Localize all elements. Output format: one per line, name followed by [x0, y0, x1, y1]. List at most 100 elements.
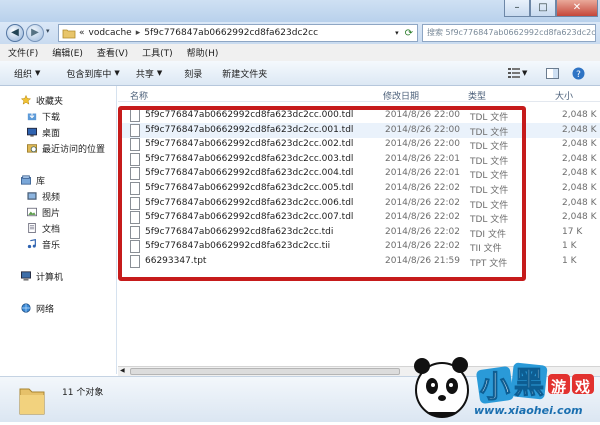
item-count: 11 个对象: [62, 388, 104, 398]
close-button[interactable]: ✕: [556, 0, 598, 17]
file-row[interactable]: 5f9c776847ab0662992cd8fa623dc2cc.005.tdl…: [118, 181, 600, 196]
file-row[interactable]: 5f9c776847ab0662992cd8fa623dc2cc.006.tdl…: [118, 196, 600, 211]
nav-desktop-label: 桌面: [42, 128, 61, 139]
document-icon: [130, 240, 140, 254]
view-options[interactable]: ▼: [508, 67, 527, 78]
search-placeholder: 搜索 5f9c776847ab0662992cd8fa623dc2cc: [427, 28, 596, 37]
nav-music[interactable]: 音乐: [0, 236, 117, 252]
nav-videos[interactable]: 视频: [0, 188, 117, 204]
search-input[interactable]: 搜索 5f9c776847ab0662992cd8fa623dc2cc: [422, 24, 596, 42]
minimize-button[interactable]: –: [504, 0, 530, 17]
share-label: 共享: [135, 69, 154, 80]
file-row[interactable]: 5f9c776847ab0662992cd8fa623dc2cc.004.tdl…: [118, 166, 600, 181]
file-name: 5f9c776847ab0662992cd8fa623dc2cc.007.tdl: [145, 212, 354, 223]
preview-pane-icon[interactable]: [546, 68, 559, 79]
address-box[interactable]: « vodcache ▸ 5f9c776847ab0662992cd8fa623…: [58, 24, 418, 42]
forward-button[interactable]: ▶: [26, 24, 44, 42]
file-date: 2014/8/26 22:00: [385, 110, 460, 120]
file-name: 5f9c776847ab0662992cd8fa623dc2cc.001.tdl: [145, 124, 354, 135]
scroll-left-icon[interactable]: ◀: [120, 367, 125, 374]
nav-libraries[interactable]: 库: [0, 172, 117, 188]
file-date: 2014/8/26 22:02: [385, 226, 460, 237]
desktop-icon: [27, 127, 37, 137]
network-group: 网络: [0, 300, 117, 316]
refresh-icon[interactable]: ⟳: [405, 28, 413, 39]
file-row[interactable]: 5f9c776847ab0662992cd8fa623dc2cc.tdi 2014…: [118, 225, 600, 240]
file-row[interactable]: 5f9c776847ab0662992cd8fa623dc2cc.000.tdl…: [118, 108, 600, 123]
file-type: TDL 文件: [470, 142, 509, 153]
file-date: 2014/8/26 22:01: [385, 168, 460, 179]
file-row[interactable]: 66293347.tpt 2014/8/26 21:59 TPT 文件 1 K: [118, 254, 600, 269]
nav-computer[interactable]: 计算机: [0, 268, 117, 284]
nav-desktop[interactable]: 桌面: [0, 124, 117, 140]
computer-icon: [21, 271, 31, 281]
chevron-down-icon: ▼: [114, 69, 120, 77]
file-row[interactable]: 5f9c776847ab0662992cd8fa623dc2cc.007.tdl…: [118, 210, 600, 225]
file-size: 2,048 K: [562, 183, 597, 193]
address-chevron[interactable]: «: [79, 28, 85, 38]
nav-network[interactable]: 网络: [0, 300, 117, 316]
nav-pictures[interactable]: 图片: [0, 204, 117, 220]
menu-edit[interactable]: 编辑(E): [52, 46, 83, 59]
file-date: 2014/8/26 22:00: [385, 139, 460, 150]
file-row[interactable]: 5f9c776847ab0662992cd8fa623dc2cc.001.tdl…: [118, 122, 600, 138]
burn-label: 刻录: [184, 69, 203, 80]
watermark-brand-2: 黑: [514, 366, 545, 402]
share-button[interactable]: 共享 ▼: [128, 67, 170, 80]
file-size: 2,048 K: [562, 124, 597, 135]
computer-group: 计算机: [0, 268, 117, 284]
menu-file[interactable]: 文件(F): [8, 46, 38, 59]
watermark-brand-1: 小: [480, 370, 511, 406]
nav-pictures-label: 图片: [42, 208, 61, 219]
nav-documents[interactable]: 文档: [0, 220, 117, 236]
address-segment-vodcache[interactable]: vodcache: [89, 28, 132, 38]
view-list-icon: [508, 68, 520, 78]
file-row[interactable]: 5f9c776847ab0662992cd8fa623dc2cc.003.tdl…: [118, 152, 600, 167]
help-icon[interactable]: ?: [572, 67, 585, 80]
back-button[interactable]: ◀: [6, 24, 24, 42]
file-name: 5f9c776847ab0662992cd8fa623dc2cc.006.tdl: [145, 197, 354, 208]
nav-downloads[interactable]: 下载: [0, 108, 117, 124]
file-type: TDL 文件: [470, 127, 509, 138]
column-size[interactable]: 大小: [555, 89, 573, 102]
file-row[interactable]: 5f9c776847ab0662992cd8fa623dc2cc.tii 2014…: [118, 239, 600, 254]
recent-pages-icon[interactable]: ▾: [46, 27, 50, 35]
file-name: 5f9c776847ab0662992cd8fa623dc2cc.003.tdl: [145, 153, 354, 164]
file-name: 5f9c776847ab0662992cd8fa623dc2cc.002.tdl: [145, 139, 354, 150]
organize-button[interactable]: 组织 ▼: [0, 67, 48, 80]
address-dropdown-icon[interactable]: ▾: [395, 29, 399, 37]
burn-button[interactable]: 刻录: [170, 67, 210, 80]
document-icon: [130, 196, 140, 210]
file-size: 2,048 K: [562, 139, 597, 150]
nav-favorites[interactable]: 收藏夹: [0, 92, 117, 108]
document-icon: [130, 109, 140, 122]
file-date: 2014/8/26 21:59: [385, 256, 460, 266]
favorites-group: 收藏夹 下载 桌面 最近访问的位置: [0, 92, 117, 156]
file-date: 2014/8/26 22:01: [385, 153, 460, 164]
maximize-button[interactable]: □: [530, 0, 556, 17]
new-folder-button[interactable]: 新建文件夹: [210, 67, 275, 80]
file-size: 1 K: [562, 256, 577, 266]
organize-label: 组织: [14, 69, 33, 80]
column-name[interactable]: 名称: [130, 89, 148, 102]
download-folder-icon: [27, 112, 37, 121]
scrollbar-thumb[interactable]: [130, 368, 400, 375]
address-segment-current[interactable]: 5f9c776847ab0662992cd8fa623dc2cc: [144, 28, 318, 38]
file-name: 5f9c776847ab0662992cd8fa623dc2cc.tdi: [145, 226, 334, 237]
file-list: 名称 修改日期 类型 大小 5f9c776847ab0662992cd8fa62…: [118, 86, 600, 374]
column-type[interactable]: 类型: [468, 89, 486, 102]
documents-icon: [28, 223, 36, 233]
file-row[interactable]: 5f9c776847ab0662992cd8fa623dc2cc.002.tdl…: [118, 137, 600, 152]
nav-network-label: 网络: [36, 304, 55, 315]
document-icon: [130, 167, 140, 181]
include-in-library-button[interactable]: 包含到库中 ▼: [48, 67, 127, 80]
menu-help[interactable]: 帮助(H): [187, 46, 219, 59]
file-type: TDL 文件: [470, 171, 509, 182]
menu-tools[interactable]: 工具(T): [142, 46, 173, 59]
menu-view[interactable]: 查看(V): [97, 46, 128, 59]
nav-recent-places[interactable]: 最近访问的位置: [0, 140, 117, 156]
file-date: 2014/8/26 22:02: [385, 212, 460, 223]
column-date[interactable]: 修改日期: [383, 89, 419, 102]
address-separator[interactable]: ▸: [136, 28, 141, 38]
nav-music-label: 音乐: [42, 240, 61, 251]
